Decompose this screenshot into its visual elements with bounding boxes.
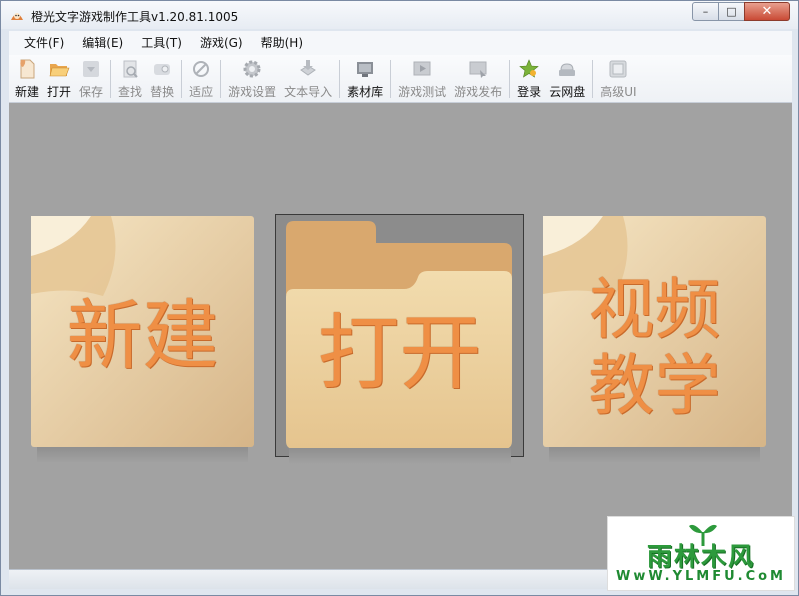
toolbar-separator [592, 60, 594, 98]
toolbar: 新建 打开 保存 查找 替换 适应 游戏设置 文本导入 素材库 游戏测试 游戏发… [9, 55, 792, 103]
app-window: 橙光文字游戏制作工具v1.20.81.1005 – □ ✕ 文件(F) 编辑(E… [0, 0, 799, 596]
save-icon [83, 61, 100, 77]
toolbar-replace-button[interactable]: 替换 [146, 55, 178, 101]
replace-icon [154, 64, 171, 75]
library-icon [357, 62, 374, 77]
window-title: 橙光文字游戏制作工具v1.20.81.1005 [31, 10, 239, 24]
cloud-drive-icon [559, 63, 576, 76]
watermark-main-text: 雨林木风 [646, 542, 755, 571]
menu-file[interactable]: 文件(F) [15, 32, 73, 54]
toolbar-separator [110, 60, 112, 98]
new-tile-label: 新建 [66, 291, 219, 380]
video-tile-label-line2: 教学 [588, 347, 721, 424]
toolbar-save-label: 保存 [79, 85, 104, 99]
toolbar-replace-label: 替换 [150, 85, 175, 99]
play-test-icon [413, 61, 431, 76]
video-tutorial-tile[interactable]: 视频 教学 [543, 216, 766, 447]
menu-help[interactable]: 帮助(H) [252, 32, 312, 54]
toolbar-find-button[interactable]: 查找 [114, 55, 146, 101]
toolbar-publish-label: 游戏发布 [454, 85, 503, 99]
toolbar-text-import-button[interactable]: 文本导入 [280, 55, 336, 101]
close-button[interactable]: ✕ [744, 2, 790, 21]
publish-icon [469, 61, 487, 78]
toolbar-cloud-label: 云网盘 [549, 85, 586, 99]
toolbar-separator [220, 60, 222, 98]
toolbar-new-button[interactable]: 新建 [11, 55, 43, 101]
toolbar-separator [509, 60, 511, 98]
menu-edit[interactable]: 编辑(E) [73, 32, 132, 54]
minimize-icon: – [702, 5, 709, 18]
toolbar-find-label: 查找 [118, 85, 143, 99]
start-canvas: 新建 打开 视频 教学 [9, 103, 792, 569]
maximize-button[interactable]: □ [718, 2, 745, 21]
toolbar-fit-label: 适应 [189, 85, 214, 99]
open-project-tile[interactable]: 打开 [275, 214, 524, 457]
toolbar-text-import-label: 文本导入 [284, 85, 333, 99]
toolbar-cloud-button[interactable]: 云网盘 [545, 55, 589, 101]
watermark-logo: 雨林木风 WwW.YLMFU.CoM [607, 516, 795, 591]
window-controls: – □ ✕ [692, 2, 790, 22]
gear-icon [243, 60, 261, 78]
toolbar-library-label: 素材库 [347, 85, 384, 99]
toolbar-test-label: 游戏测试 [398, 85, 447, 99]
toolbar-game-settings-label: 游戏设置 [228, 85, 277, 99]
new-file-icon [20, 59, 35, 79]
toolbar-save-button[interactable]: 保存 [75, 55, 107, 101]
toolbar-fit-button[interactable]: 适应 [185, 55, 217, 101]
toolbar-login-label: 登录 [517, 85, 542, 99]
import-icon [300, 60, 317, 76]
advanced-ui-icon [609, 60, 627, 78]
open-tile-label: 打开 [317, 306, 482, 401]
tile-shadow [37, 447, 248, 463]
toolbar-publish-button[interactable]: 游戏发布 [450, 55, 506, 101]
fit-icon [193, 61, 210, 77]
new-project-tile[interactable]: 新建 [31, 216, 254, 447]
tile-shadow [549, 447, 760, 463]
menu-tools[interactable]: 工具(T) [132, 32, 191, 54]
close-icon: ✕ [761, 4, 773, 19]
toolbar-library-button[interactable]: 素材库 [343, 55, 387, 101]
menu-game[interactable]: 游戏(G) [191, 32, 252, 54]
toolbar-open-label: 打开 [47, 85, 72, 99]
toolbar-open-button[interactable]: 打开 [43, 55, 75, 101]
toolbar-separator [181, 60, 183, 98]
watermark-url-text: WwW.YLMFU.CoM [616, 569, 786, 584]
toolbar-separator [339, 60, 341, 98]
tile-shadow [289, 448, 511, 464]
find-icon [123, 60, 138, 78]
title-bar[interactable]: 橙光文字游戏制作工具v1.20.81.1005 – □ ✕ [1, 1, 798, 29]
video-tile-label-line1: 视频 [588, 271, 721, 348]
toolbar-separator [390, 60, 392, 98]
star-login-icon [519, 59, 539, 78]
toolbar-new-label: 新建 [15, 85, 40, 99]
menu-bar: 文件(F) 编辑(E) 工具(T) 游戏(G) 帮助(H) [9, 31, 792, 55]
toolbar-test-button[interactable]: 游戏测试 [394, 55, 450, 101]
toolbar-advanced-ui-label: 高级UI [600, 85, 637, 99]
toolbar-game-settings-button[interactable]: 游戏设置 [224, 55, 280, 101]
maximize-icon: □ [726, 5, 737, 18]
app-logo-icon [11, 13, 23, 20]
toolbar-advanced-ui-button[interactable]: 高级UI [596, 55, 640, 101]
open-folder-icon [49, 64, 70, 77]
minimize-button[interactable]: – [692, 2, 719, 21]
toolbar-login-button[interactable]: 登录 [513, 55, 545, 101]
